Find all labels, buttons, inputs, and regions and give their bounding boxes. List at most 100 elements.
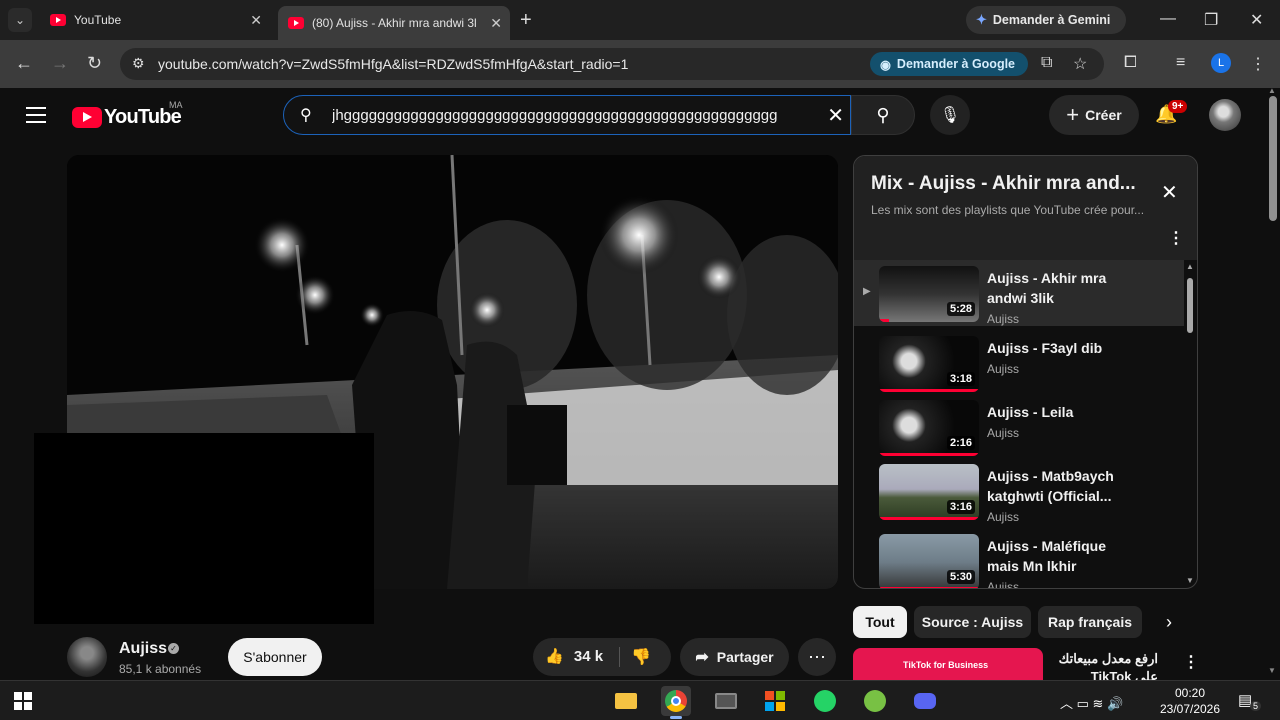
- user-avatar[interactable]: [1209, 99, 1241, 131]
- minimize-icon[interactable]: —: [1160, 10, 1176, 28]
- playlist-item[interactable]: 5:30 Aujiss - Maléfique mais Mn lkhir Au…: [854, 528, 1184, 588]
- dislike-button[interactable]: 👎: [631, 647, 651, 667]
- ask-google-button[interactable]: ◉ Demander à Google: [870, 52, 1028, 76]
- close-window-icon[interactable]: ✕: [1250, 10, 1263, 30]
- new-tab-button[interactable]: +: [520, 9, 532, 32]
- youtube-logo[interactable]: YouTube MA: [72, 100, 183, 129]
- verified-check-icon: ✓: [168, 643, 179, 654]
- video-channel: Aujiss: [987, 362, 1020, 376]
- file-explorer-icon[interactable]: [611, 686, 641, 716]
- tab-active-video[interactable]: (80) Aujiss - Akhir mra andwi 3lik ✕: [278, 6, 510, 40]
- scroll-down-icon[interactable]: ▼: [1268, 666, 1276, 675]
- more-actions-button[interactable]: ⋯: [798, 638, 836, 676]
- windows-start-icon[interactable]: [14, 692, 32, 710]
- redacted-overlay: [34, 433, 374, 624]
- search-button[interactable]: ⚲: [851, 95, 915, 135]
- whatsapp-icon[interactable]: [810, 686, 840, 716]
- playlist-item[interactable]: 3:18 Aujiss - F3ayl dib Aujiss: [854, 330, 1184, 396]
- share-button[interactable]: ➦ Partager: [680, 638, 789, 676]
- ask-gemini-button[interactable]: ✦ Demander à Gemini: [966, 6, 1126, 34]
- playlist-title[interactable]: Mix - Aujiss - Akhir mra and...: [871, 173, 1141, 195]
- chip-source[interactable]: Source : Aujiss: [914, 606, 1031, 638]
- voice-search-button[interactable]: 🎙: [930, 95, 970, 135]
- scroll-up-icon[interactable]: ▲: [1268, 86, 1276, 95]
- create-label: Créer: [1085, 107, 1122, 123]
- close-playlist-icon[interactable]: ✕: [1161, 180, 1178, 205]
- chevron-right-icon[interactable]: ›: [1166, 612, 1172, 633]
- video-thumbnail: 3:16: [879, 464, 979, 520]
- browser-toolbar: ← → ↻ ⚙ youtube.com/watch?v=ZwdS5fmHfgA&…: [0, 40, 1280, 88]
- bookmark-star-icon[interactable]: ☆: [1073, 54, 1087, 74]
- restore-icon[interactable]: ❐: [1204, 10, 1218, 30]
- notification-badge: 9+: [1168, 100, 1188, 113]
- scroll-up-icon[interactable]: ▲: [1186, 262, 1194, 271]
- playlist-item[interactable]: 3:16 Aujiss - Matb9aych katghwti (Offici…: [854, 458, 1184, 524]
- video-title: Aujiss - F3ayl dib: [987, 340, 1103, 356]
- playlist-scrollbar[interactable]: ▲ ▼: [1186, 262, 1194, 585]
- video-title: Aujiss - Maléfique mais Mn lkhir: [987, 538, 1107, 574]
- playlist-item[interactable]: 2:16 Aujiss - Leila Aujiss: [854, 394, 1184, 460]
- search-input[interactable]: ⚲ jhgggggggggggggggggggggggggggggggggggg…: [283, 95, 851, 135]
- chrome-icon[interactable]: [661, 686, 691, 719]
- menu-hamburger-icon[interactable]: [26, 107, 46, 128]
- utorrent-icon[interactable]: [860, 686, 890, 716]
- thumbs-up-icon: 👍: [545, 648, 564, 665]
- more-horizontal-icon: ⋯: [808, 646, 826, 667]
- extensions-icon[interactable]: ⧠: [1124, 54, 1137, 72]
- video-thumbnail: 2:16: [879, 400, 979, 456]
- channel-name[interactable]: Aujiss: [119, 640, 167, 658]
- video-thumbnail: 5:30: [879, 534, 979, 588]
- chrome-profile-avatar[interactable]: L: [1211, 53, 1231, 73]
- search-value: jhgggggggggggggggggggggggggggggggggggggg…: [332, 107, 778, 124]
- clock[interactable]: 00:20 23/07/2026: [1155, 685, 1225, 717]
- watch-progress-bar: [879, 517, 979, 520]
- back-arrow-icon[interactable]: ←: [15, 53, 33, 74]
- tab-youtube[interactable]: YouTube ✕: [40, 6, 270, 34]
- clear-search-icon[interactable]: ✕: [827, 103, 844, 128]
- close-tab-icon[interactable]: ✕: [250, 12, 262, 29]
- forward-arrow-icon[interactable]: →: [51, 53, 69, 74]
- like-count: 34 k: [573, 648, 604, 665]
- tab-title: (80) Aujiss - Akhir mra andwi 3lik: [312, 16, 477, 30]
- close-tab-icon[interactable]: ✕: [490, 15, 502, 32]
- media-controls-icon[interactable]: ≡: [1176, 54, 1185, 72]
- ad-menu-icon[interactable]: ⋮: [1183, 652, 1199, 672]
- ad-title[interactable]: ارفع معدل مبيعاتك على TikTok: [1050, 650, 1158, 682]
- playlist-item[interactable]: ▶ 5:28 Aujiss - Akhir mra andwi 3lik Auj…: [854, 260, 1184, 326]
- chip-all[interactable]: Tout: [853, 606, 907, 638]
- video-title: Aujiss - Leila: [987, 404, 1074, 420]
- reload-icon[interactable]: ↻: [87, 53, 102, 74]
- site-info-icon[interactable]: ⚙: [132, 55, 145, 72]
- scrollbar-thumb[interactable]: [1187, 278, 1193, 333]
- channel-avatar[interactable]: [67, 637, 107, 677]
- clock-date: 23/07/2026: [1159, 702, 1221, 716]
- plus-icon: +: [1066, 102, 1080, 127]
- scroll-down-icon[interactable]: ▼: [1186, 576, 1194, 585]
- scrollbar-thumb[interactable]: [1269, 96, 1277, 221]
- video-title: Aujiss - Matb9aych katghwti (Official...: [987, 468, 1114, 504]
- chip-rap[interactable]: Rap français: [1038, 606, 1142, 638]
- share-arrow-icon: ➦: [695, 649, 709, 666]
- country-code: MA: [169, 100, 183, 110]
- create-button[interactable]: + Créer: [1049, 95, 1139, 135]
- subscribe-button[interactable]: S'abonner: [228, 638, 322, 676]
- gemini-spark-icon: ✦: [976, 12, 987, 27]
- tab-search-dropdown[interactable]: ⌄: [8, 8, 32, 32]
- chrome-menu-icon[interactable]: ⋮: [1250, 54, 1266, 74]
- game-bar-icon[interactable]: [711, 686, 741, 716]
- microsoft-store-icon[interactable]: [760, 686, 790, 716]
- watch-progress-bar: [879, 319, 889, 322]
- ask-google-label: Demander à Google: [896, 57, 1016, 71]
- video-duration: 3:16: [946, 500, 975, 514]
- video-channel: Aujiss: [987, 510, 1020, 524]
- system-tray-icons[interactable]: ︿ ▭ ≋ 🔊: [1060, 693, 1123, 712]
- watch-progress-bar: [879, 389, 979, 392]
- video-duration: 3:18: [946, 372, 975, 386]
- like-button[interactable]: 👍 34 k: [545, 647, 603, 665]
- page-scrollbar[interactable]: ▲ ▼: [1266, 86, 1280, 680]
- playlist-subtitle: Les mix sont des playlists que YouTube c…: [871, 203, 1145, 217]
- install-app-icon[interactable]: ⧉: [1041, 54, 1052, 72]
- playlist-menu-icon[interactable]: ⋮: [1168, 228, 1184, 248]
- url-text: youtube.com/watch?v=ZwdS5fmHfgA&list=RDZ…: [158, 56, 629, 72]
- discord-icon[interactable]: [910, 686, 940, 716]
